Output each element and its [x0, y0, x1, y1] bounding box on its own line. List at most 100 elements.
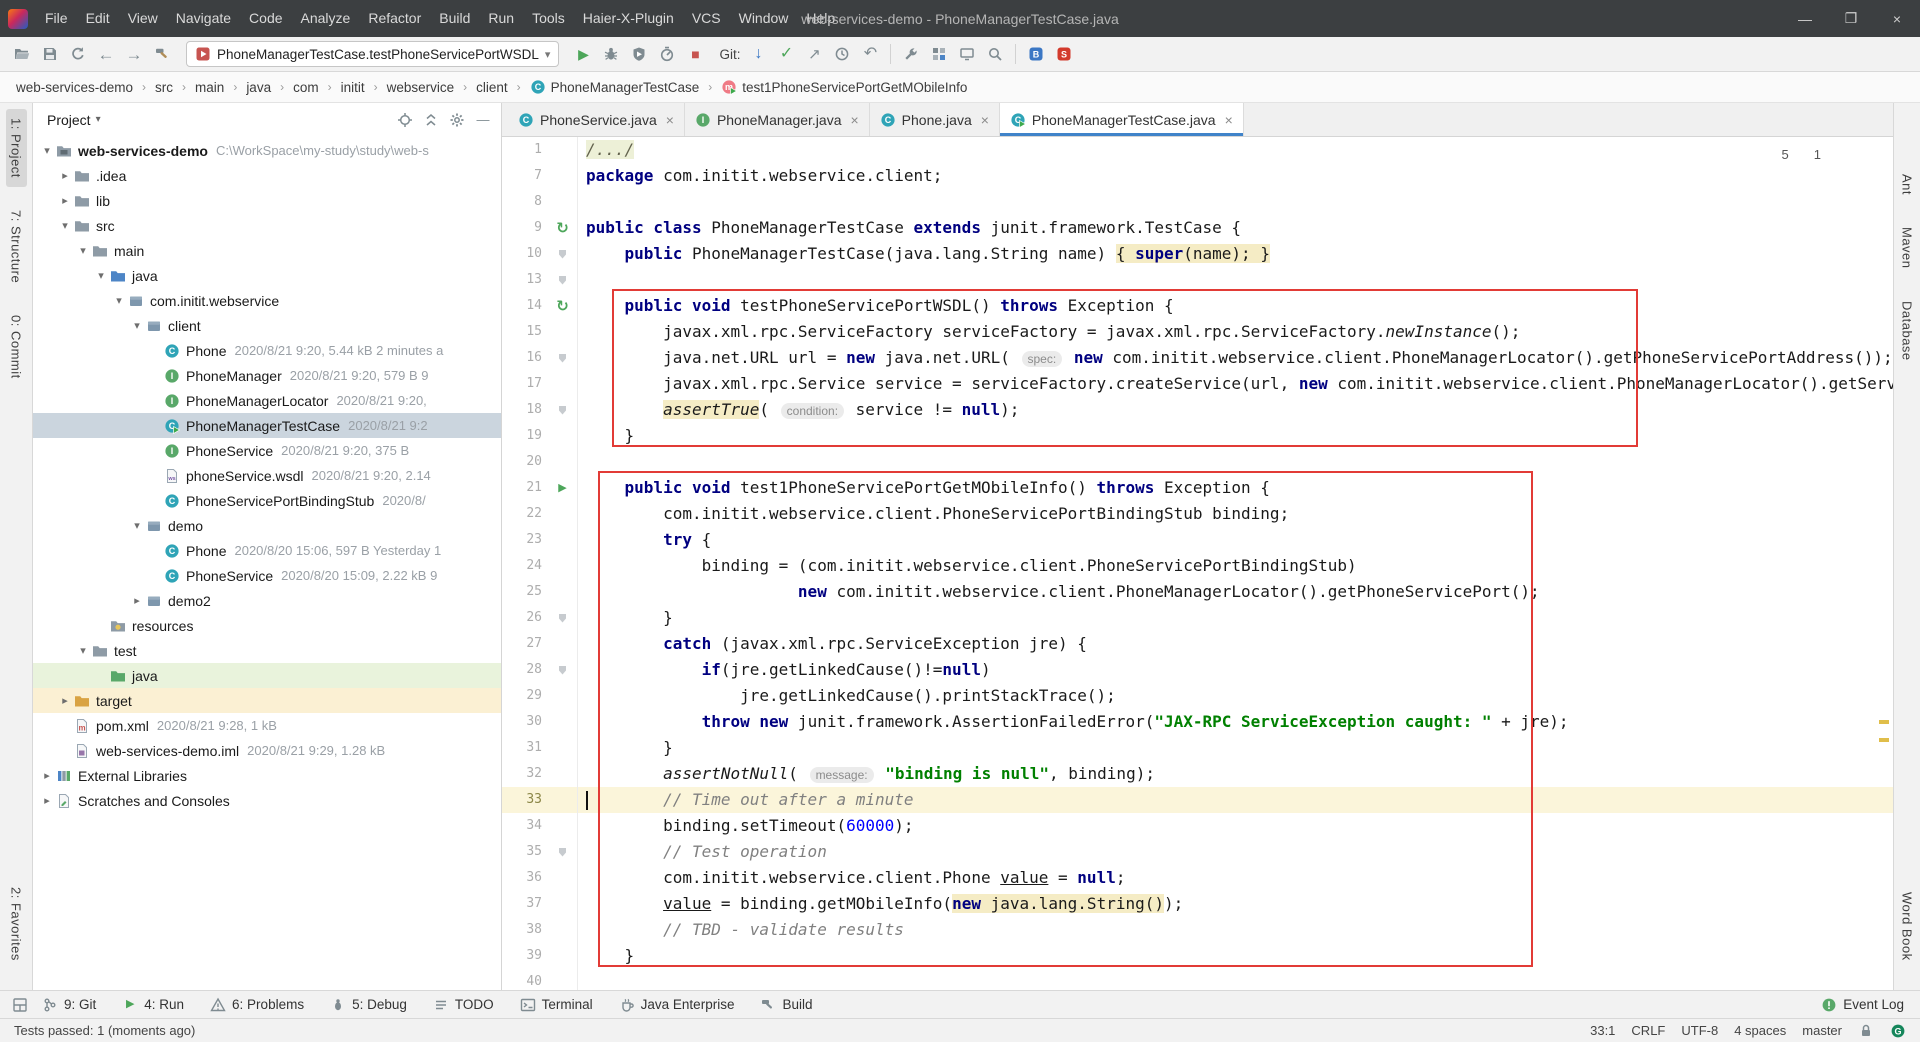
collapse-all-icon[interactable]: [423, 112, 439, 128]
run-test-gutter-icon[interactable]: ↻: [548, 293, 578, 319]
code-line-35[interactable]: 35 // Test operation: [502, 839, 1893, 865]
gutter-mark-icon[interactable]: [548, 241, 578, 267]
tree-expand-icon[interactable]: ▸: [39, 769, 55, 782]
status-item[interactable]: master: [1802, 1023, 1842, 1038]
menu-navigate[interactable]: Navigate: [167, 0, 240, 37]
sync-icon[interactable]: [64, 41, 92, 67]
menu-tools[interactable]: Tools: [523, 0, 574, 37]
status-item[interactable]: 4 spaces: [1734, 1023, 1786, 1038]
tree-expand-icon[interactable]: ▾: [39, 144, 55, 157]
translator-red-icon[interactable]: S: [1050, 41, 1078, 67]
code-line-40[interactable]: 40: [502, 969, 1893, 990]
inspections-widget[interactable]: 5 1: [1756, 140, 1867, 170]
gutter-mark-icon[interactable]: [548, 839, 578, 865]
minimize-button[interactable]: —: [1782, 0, 1828, 37]
hide-icon[interactable]: —: [475, 112, 491, 128]
tree-row--idea[interactable]: ▸.idea: [33, 163, 501, 188]
tree-expand-icon[interactable]: ▸: [39, 794, 55, 807]
toolwindow-button-5-debug[interactable]: 5: Debug: [330, 997, 407, 1013]
code-line-34[interactable]: 34 binding.setTimeout(60000);: [502, 813, 1893, 839]
tree-expand-icon[interactable]: ▾: [129, 319, 145, 332]
menu-window[interactable]: Window: [730, 0, 798, 37]
code-line-31[interactable]: 31 }: [502, 735, 1893, 761]
tree-expand-icon[interactable]: ▸: [57, 194, 73, 207]
profiler-icon[interactable]: [653, 41, 681, 67]
code-line-13[interactable]: 13: [502, 267, 1893, 293]
menu-code[interactable]: Code: [240, 0, 291, 37]
menu-build[interactable]: Build: [430, 0, 479, 37]
gutter-mark-icon[interactable]: [548, 267, 578, 293]
close-icon[interactable]: ×: [981, 112, 989, 128]
breadcrumb-item[interactable]: com: [291, 78, 321, 97]
breadcrumb-item[interactable]: client: [474, 78, 510, 97]
toolwindow-button-0-commit[interactable]: 0: Commit: [6, 306, 27, 388]
wrench-icon[interactable]: [897, 41, 925, 67]
tree-expand-icon[interactable]: ▾: [57, 219, 73, 232]
tree-expand-icon[interactable]: ▸: [129, 594, 145, 607]
history-icon[interactable]: [828, 41, 856, 67]
breadcrumb-item[interactable]: java: [244, 78, 273, 97]
tree-expand-icon[interactable]: ▸: [57, 169, 73, 182]
tree-row-phoneservice[interactable]: CPhoneService2020/8/20 15:09, 2.22 kB 9: [33, 563, 501, 588]
code-line-20[interactable]: 20: [502, 449, 1893, 475]
tree-expand-icon[interactable]: ▸: [57, 694, 73, 707]
code-line-10[interactable]: 10 public PhoneManagerTestCase(java.lang…: [502, 241, 1893, 267]
code-line-18[interactable]: 18 assertTrue( condition: service != nul…: [502, 397, 1893, 423]
tree-row-external-libraries[interactable]: ▸External Libraries: [33, 763, 501, 788]
lock-icon[interactable]: [1858, 1023, 1874, 1039]
run-test-gutter-icon[interactable]: ▶: [548, 475, 578, 501]
toolwindow-button-database[interactable]: Database: [1897, 292, 1918, 370]
status-item[interactable]: 33:1: [1590, 1023, 1615, 1038]
save-all-icon[interactable]: [36, 41, 64, 67]
close-button[interactable]: ×: [1874, 0, 1920, 37]
tree-row-phone[interactable]: CPhone2020/8/20 15:06, 597 B Yesterday 1: [33, 538, 501, 563]
code-line-29[interactable]: 29 jre.getLinkedCause().printStackTrace(…: [502, 683, 1893, 709]
toolwindow-button-7-structure[interactable]: 7: Structure: [6, 201, 27, 292]
coverage-icon[interactable]: [625, 41, 653, 67]
tree-expand-icon[interactable]: ▾: [75, 644, 91, 657]
build-hammer-icon[interactable]: [148, 41, 176, 67]
breadcrumb-item[interactable]: webservice: [385, 78, 457, 97]
code-line-39[interactable]: 39 }: [502, 943, 1893, 969]
gutter-mark-icon[interactable]: [548, 605, 578, 631]
tree-row-web-services-demo-iml[interactable]: web-services-demo.iml2020/8/21 9:29, 1.2…: [33, 738, 501, 763]
breadcrumb-class[interactable]: CPhoneManagerTestCase: [528, 77, 702, 97]
tree-row-target[interactable]: ▸target: [33, 688, 501, 713]
tree-row-phonemanager[interactable]: IPhoneManager2020/8/21 9:20, 579 B 9: [33, 363, 501, 388]
update-icon[interactable]: ↓: [744, 41, 772, 67]
error-stripe-mark[interactable]: [1879, 720, 1889, 724]
tab-phoneservice-java[interactable]: CPhoneService.java×: [508, 103, 685, 136]
code-area[interactable]: 1/.../7package com.initit.webservice.cli…: [502, 137, 1893, 990]
code-line-22[interactable]: 22 com.initit.webservice.client.PhoneSer…: [502, 501, 1893, 527]
tab-phonemanagertestcase-java[interactable]: CPhoneManagerTestCase.java×: [1000, 103, 1244, 136]
maximize-button[interactable]: ❐: [1828, 0, 1874, 37]
code-line-7[interactable]: 7package com.initit.webservice.client;: [502, 163, 1893, 189]
debug-icon[interactable]: [597, 41, 625, 67]
menu-view[interactable]: View: [119, 0, 167, 37]
breadcrumb-item[interactable]: initit: [339, 78, 367, 97]
tree-row-phonemanagertestcase[interactable]: CPhoneManagerTestCase2020/8/21 9:2: [33, 413, 501, 438]
toolwindow-button-build[interactable]: Build: [760, 997, 812, 1013]
menu-vcs[interactable]: VCS: [683, 0, 730, 37]
toolwindow-button-6-problems[interactable]: 6: Problems: [210, 997, 304, 1013]
tab-phone-java[interactable]: CPhone.java×: [870, 103, 1000, 136]
breadcrumb-item[interactable]: src: [153, 78, 175, 97]
commit-check-icon[interactable]: ✓: [772, 41, 800, 67]
monitor-icon[interactable]: [953, 41, 981, 67]
code-line-8[interactable]: 8: [502, 189, 1893, 215]
code-line-25[interactable]: 25 new com.initit.webservice.client.Phon…: [502, 579, 1893, 605]
tab-phonemanager-java[interactable]: IPhoneManager.java×: [685, 103, 870, 136]
tree-row-src[interactable]: ▾src: [33, 213, 501, 238]
tree-row-web-services-demo[interactable]: ▾web-services-demoC:\WorkSpace\my-study\…: [33, 138, 501, 163]
toolwindow-button-1-project[interactable]: 1: Project: [6, 109, 27, 187]
tree-expand-icon[interactable]: ▾: [93, 269, 109, 282]
code-line-23[interactable]: 23 try {: [502, 527, 1893, 553]
toolwindow-button-2-favorites[interactable]: 2: Favorites: [6, 878, 27, 970]
tree-row-phoneserviceportbindingstub[interactable]: CPhoneServicePortBindingStub2020/8/: [33, 488, 501, 513]
tree-expand-icon[interactable]: ▾: [129, 519, 145, 532]
tree-row-phoneservice[interactable]: IPhoneService2020/8/21 9:20, 375 B: [33, 438, 501, 463]
project-structure-icon[interactable]: [925, 41, 953, 67]
gutter-mark-icon[interactable]: [548, 345, 578, 371]
locate-icon[interactable]: [397, 112, 413, 128]
breadcrumb-item[interactable]: web-services-demo: [14, 78, 135, 97]
